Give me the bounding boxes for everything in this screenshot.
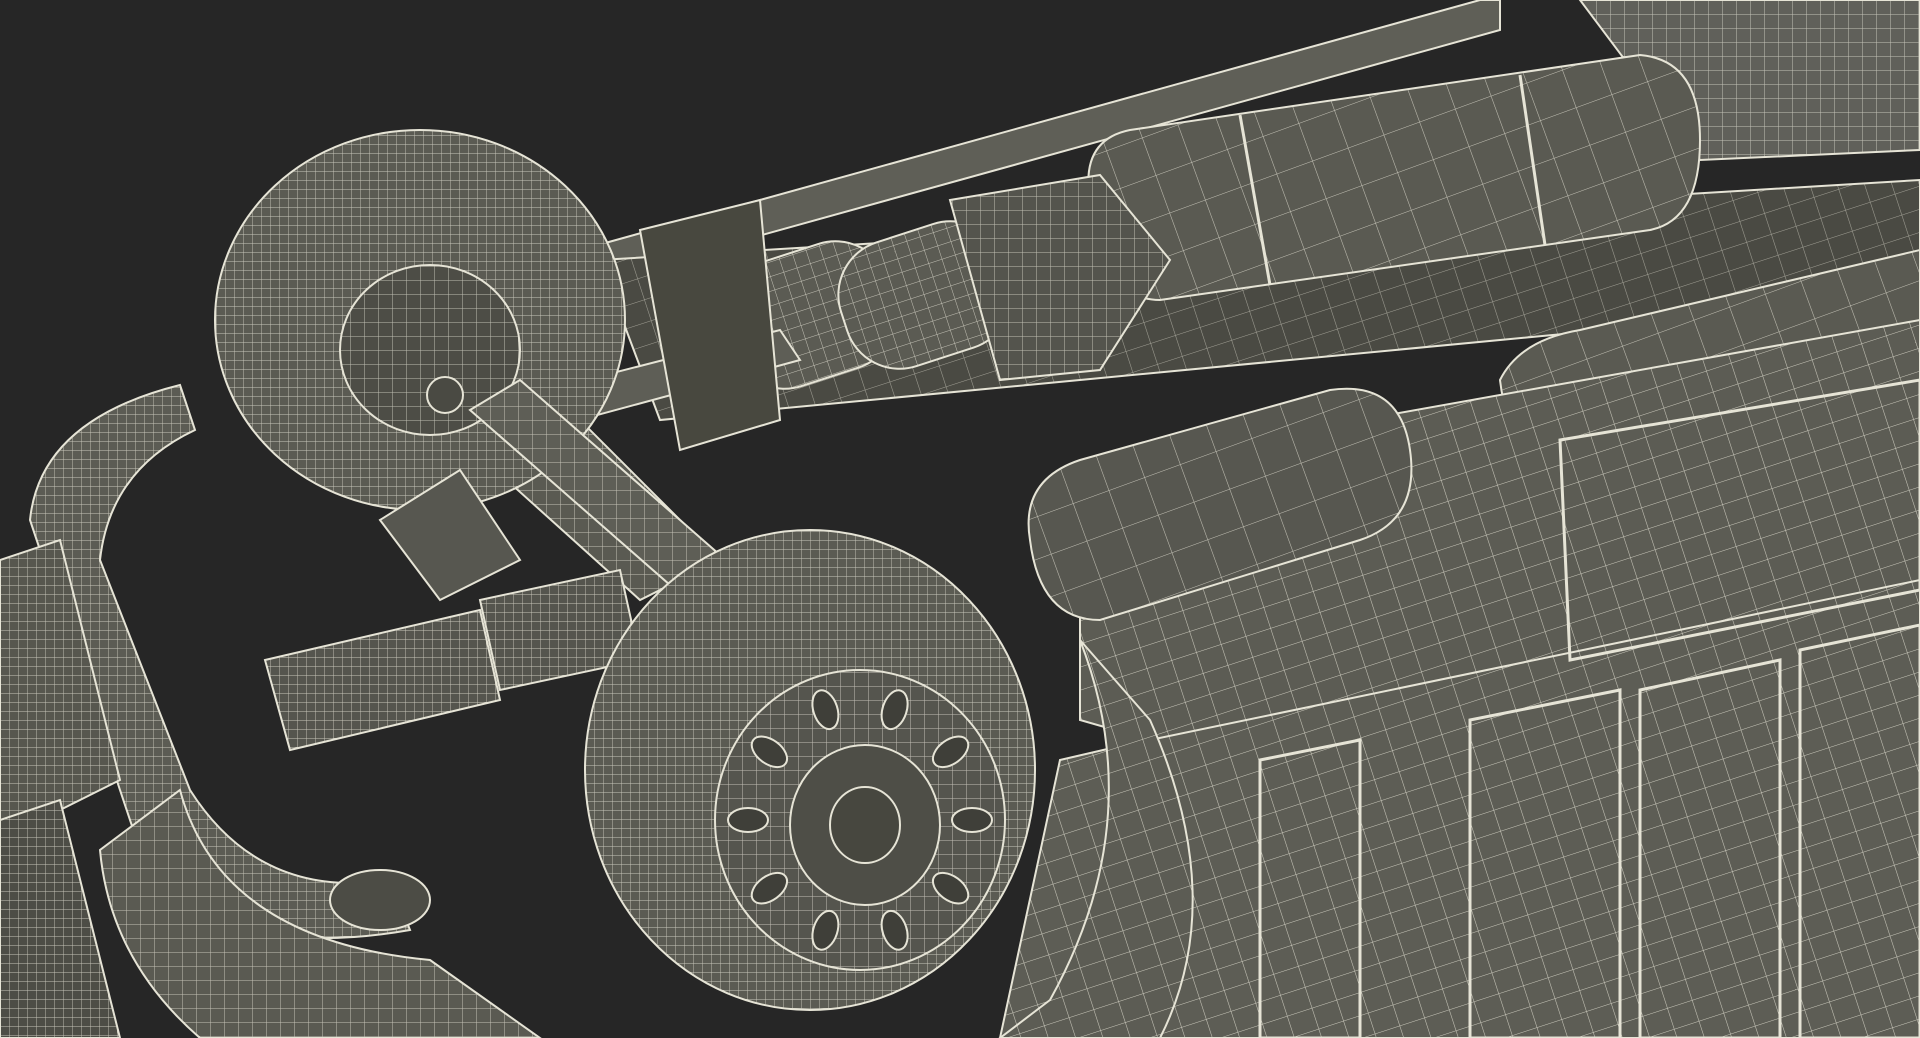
render-viewport	[0, 0, 1920, 1038]
wireframe-render	[0, 0, 1920, 1038]
battery-pack	[263, 568, 642, 752]
lug-hole	[727, 807, 769, 833]
front-wheel	[584, 529, 1036, 1011]
lug-hole	[951, 807, 993, 833]
